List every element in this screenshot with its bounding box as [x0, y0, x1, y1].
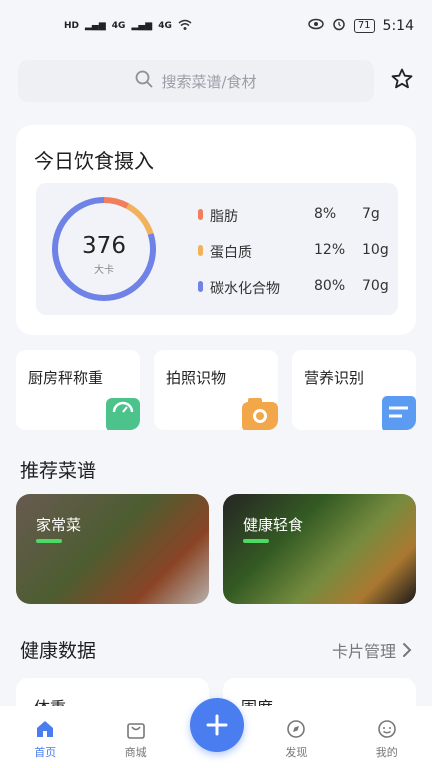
- signal-icon: ▂▄▆: [131, 21, 153, 31]
- wifi-icon: [178, 19, 192, 34]
- recipe-label-underline: [243, 539, 269, 543]
- tab-mall[interactable]: 商城: [96, 718, 176, 760]
- tab-home[interactable]: 首页: [5, 718, 85, 760]
- plus-icon: [206, 714, 228, 736]
- search-placeholder: 搜索菜谱/食材: [161, 72, 257, 91]
- shopping-bag-icon: [126, 723, 145, 739]
- recipe-label: 健康轻食: [243, 516, 304, 534]
- camera-icon: [242, 398, 278, 430]
- tool-label: 营养识别: [304, 369, 365, 387]
- card-manage-label: 卡片管理: [331, 642, 396, 661]
- document-icon: [382, 396, 416, 430]
- nutrient-percent: 12%: [314, 242, 346, 258]
- nutrient-amount: 10g: [362, 242, 389, 258]
- nutrient-name: 脂肪: [210, 209, 238, 225]
- search-row: 搜索菜谱/食材: [18, 60, 418, 102]
- scale-icon: [106, 398, 140, 430]
- search-icon: [135, 70, 153, 92]
- recipe-cards: 家常菜 健康轻食: [16, 494, 416, 604]
- calorie-unit: 大卡: [94, 265, 114, 276]
- nutrient-color-marker: [198, 281, 203, 292]
- nutrition-recognition-card[interactable]: 营养识别: [292, 350, 416, 430]
- nutrient-name: 蛋白质: [210, 245, 252, 261]
- recipe-image: [16, 494, 209, 604]
- tab-label: 商城: [124, 746, 147, 759]
- intake-title: 今日饮食摄入: [34, 149, 154, 173]
- kitchen-scale-card[interactable]: 厨房秤称重: [16, 350, 140, 430]
- alarm-icon: [332, 17, 346, 35]
- recipe-image: [223, 494, 416, 604]
- discover-icon: [287, 720, 306, 738]
- tool-label: 厨房秤称重: [28, 369, 104, 387]
- nutrient-row-protein: 蛋白质 12% 10g: [198, 233, 398, 269]
- card-manage-link[interactable]: 卡片管理: [332, 638, 412, 662]
- network-indicator: HD: [64, 21, 80, 31]
- battery-indicator: 71: [353, 19, 375, 33]
- intake-card[interactable]: 今日饮食摄入 376 大卡 脂肪 8% 7g 蛋白质 12% 10g 碳水化合物: [16, 125, 416, 335]
- favorites-button[interactable]: [388, 67, 416, 95]
- recipe-card-light-meal[interactable]: 健康轻食: [223, 494, 416, 604]
- home-icon: [37, 721, 54, 737]
- health-title: 健康数据: [20, 640, 97, 662]
- nutrient-name: 碳水化合物: [210, 281, 280, 297]
- recipe-label: 家常菜: [36, 516, 82, 534]
- signal-icon: ▂▄▆: [85, 21, 106, 31]
- network-indicator: 4G: [111, 21, 126, 31]
- status-bar: HD ▂▄▆ 4G ▂▄▆ 4G 71 5:14: [0, 0, 432, 52]
- profile-icon: [377, 720, 396, 738]
- health-header: 健康数据 卡片管理: [20, 636, 412, 662]
- nutrient-amount: 70g: [362, 278, 389, 294]
- status-left: HD ▂▄▆ 4G ▂▄▆ 4G: [64, 19, 192, 34]
- eye-icon: [308, 18, 324, 34]
- tab-label: 发现: [285, 746, 308, 759]
- star-icon: [390, 67, 414, 95]
- nutrient-color-marker: [198, 245, 203, 256]
- nutrient-amount: 7g: [362, 206, 380, 222]
- nutrient-percent: 80%: [314, 278, 346, 294]
- tab-label: 首页: [34, 746, 57, 759]
- recipe-label-underline: [36, 539, 62, 543]
- nutrient-row-carbs: 碳水化合物 80% 70g: [198, 269, 398, 305]
- tab-label: 我的: [375, 746, 398, 759]
- clock: 5:14: [382, 18, 414, 34]
- chevron-right-icon: [403, 643, 412, 657]
- add-record-button[interactable]: [190, 698, 244, 752]
- calorie-value: 376: [82, 233, 126, 259]
- nutrient-list: 脂肪 8% 7g 蛋白质 12% 10g 碳水化合物 80% 70g: [198, 197, 398, 305]
- tool-cards: 厨房秤称重 拍照识物 营养识别: [16, 350, 416, 430]
- network-indicator: 4G: [158, 21, 172, 31]
- nutrient-color-marker: [198, 209, 203, 220]
- recipe-card-home-cooking[interactable]: 家常菜: [16, 494, 209, 604]
- tab-discover[interactable]: 发现: [256, 718, 336, 760]
- intake-summary: 376 大卡 脂肪 8% 7g 蛋白质 12% 10g 碳水化合物 80% 70…: [36, 183, 398, 315]
- photo-recognition-card[interactable]: 拍照识物: [154, 350, 278, 430]
- tab-profile[interactable]: 我的: [347, 718, 427, 760]
- recommended-title: 推荐菜谱: [20, 460, 97, 482]
- status-right: 71 5:14: [308, 17, 414, 35]
- nutrient-row-fat: 脂肪 8% 7g: [198, 197, 398, 233]
- nutrient-percent: 8%: [314, 206, 337, 222]
- search-input[interactable]: 搜索菜谱/食材: [18, 60, 374, 102]
- tool-label: 拍照识物: [166, 369, 227, 387]
